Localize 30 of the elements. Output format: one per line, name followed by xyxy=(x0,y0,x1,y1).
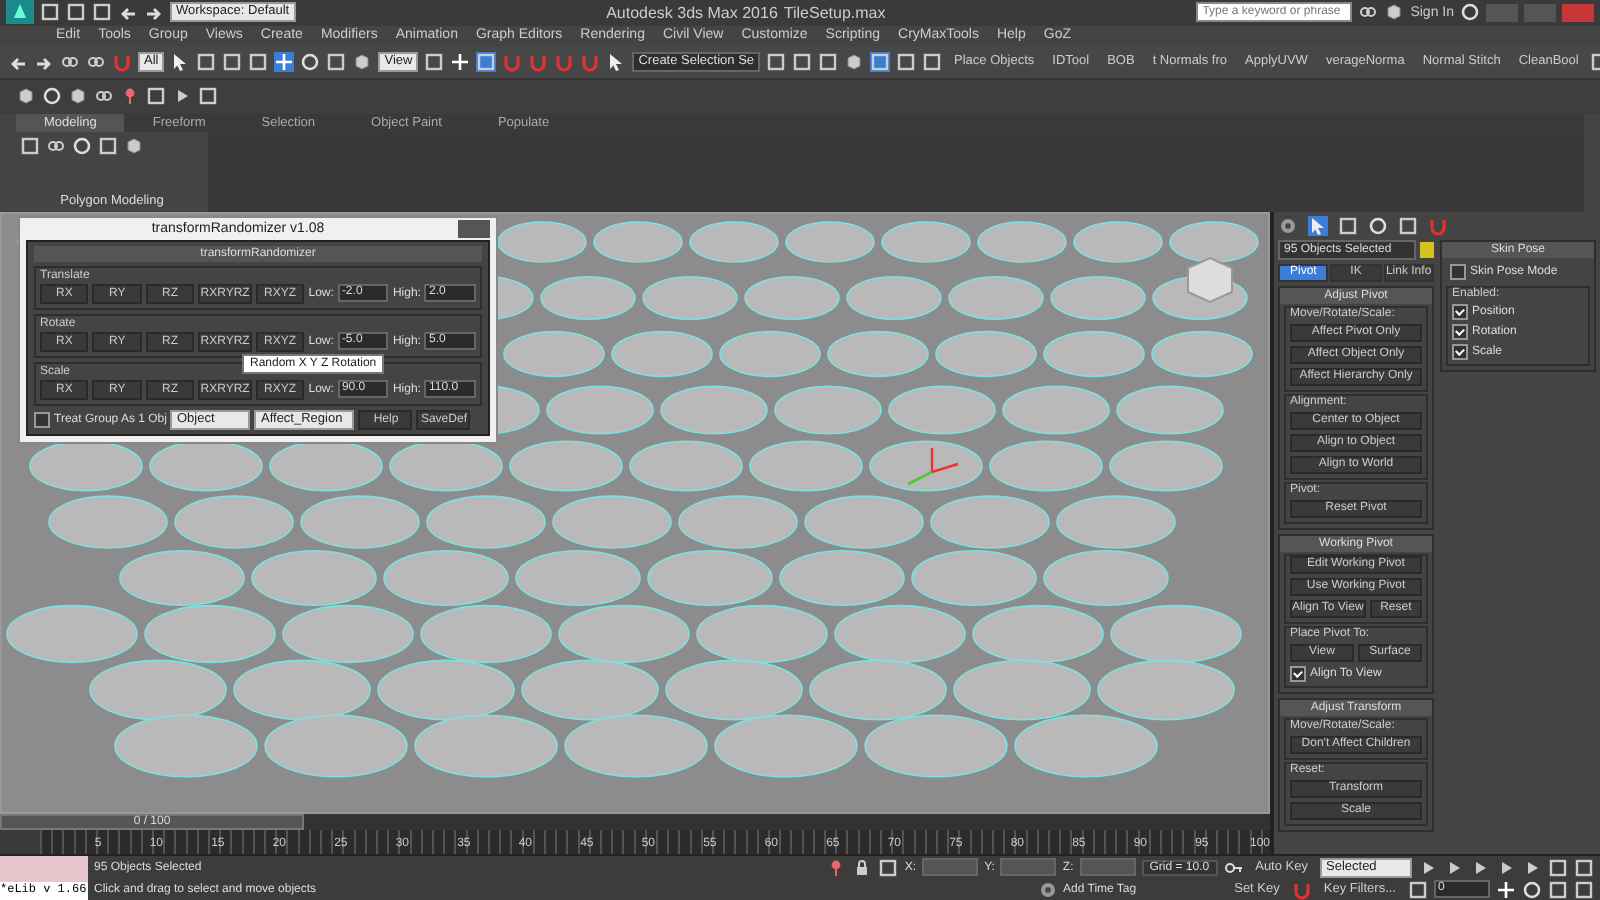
pan-icon[interactable] xyxy=(1496,879,1516,899)
redo-icon[interactable] xyxy=(144,2,164,23)
close-button[interactable] xyxy=(458,219,490,238)
move-icon[interactable] xyxy=(274,51,295,72)
rotate-icon[interactable] xyxy=(300,51,321,72)
edit-selection-icon[interactable] xyxy=(606,51,627,72)
key-icon[interactable] xyxy=(1223,857,1244,877)
checkbox[interactable] xyxy=(1452,323,1468,340)
open-icon[interactable] xyxy=(66,2,86,23)
manipulate-icon[interactable] xyxy=(450,51,471,72)
select-icon[interactable] xyxy=(170,51,191,72)
window-title: Autodesk 3ds Max 2016 xyxy=(606,3,778,22)
z-field[interactable] xyxy=(1079,858,1136,876)
lock-icon[interactable] xyxy=(852,857,873,877)
undo-icon[interactable] xyxy=(118,2,138,23)
new-file-icon[interactable] xyxy=(40,2,60,23)
checkbox[interactable] xyxy=(1450,263,1466,280)
sphere-icon[interactable] xyxy=(42,86,62,107)
y-field[interactable] xyxy=(1000,858,1057,876)
checkbox[interactable] xyxy=(34,411,50,428)
x-field[interactable] xyxy=(922,858,979,876)
file-name: TileSetup.max xyxy=(783,3,886,22)
checkbox[interactable] xyxy=(1452,343,1468,360)
play-icon[interactable] xyxy=(172,86,192,107)
color-swatch[interactable] xyxy=(1420,241,1434,258)
app-logo-icon[interactable] xyxy=(6,0,34,25)
link-icon[interactable] xyxy=(60,51,80,72)
checkbox[interactable] xyxy=(1290,665,1306,682)
checkbox[interactable] xyxy=(1452,303,1468,320)
save-icon[interactable] xyxy=(92,2,112,23)
